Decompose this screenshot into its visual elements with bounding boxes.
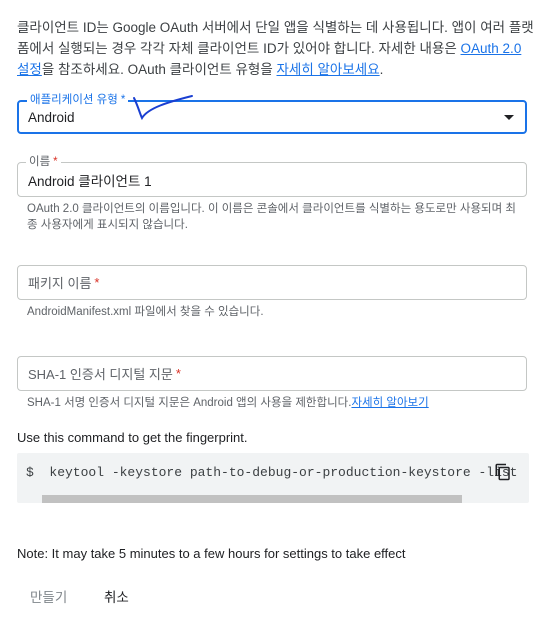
intro-text-middle: 을 참조하세요. OAuth 클라이언트 유형을	[41, 62, 277, 77]
required-mark: *	[120, 94, 126, 106]
dropdown-arrow-icon[interactable]	[504, 115, 514, 120]
handwritten-annotation	[133, 95, 193, 121]
client-name-value: Android 클라이언트 1	[28, 173, 152, 189]
horizontal-scrollbar[interactable]	[42, 495, 462, 503]
cancel-button[interactable]: 취소	[98, 584, 135, 608]
intro-text-before: 클라이언트 ID는 Google OAuth 서버에서 단일 앱을 식별하는 데…	[17, 20, 534, 56]
package-name-placeholder: 패키지 이름 *	[28, 275, 100, 291]
client-name-hint: OAuth 2.0 클라이언트의 이름입니다. 이 이름은 콘솔에서 클라이언트…	[27, 203, 516, 231]
application-type-select[interactable]: 애플리케이션 유형 * Android	[17, 93, 527, 134]
sha1-learn-more-link[interactable]: 자세히 알아보기	[351, 397, 428, 409]
intro-text: 클라이언트 ID는 Google OAuth 서버에서 단일 앱을 식별하는 데…	[17, 17, 537, 80]
command-code-block: $ keytool -keystore path-to-debug-or-pro…	[17, 453, 529, 503]
required-mark: *	[175, 366, 181, 381]
application-type-value: Android	[28, 109, 75, 125]
client-name-field[interactable]: 이름 * Android 클라이언트 1	[17, 155, 527, 197]
settings-note: Note: It may take 5 minutes to a few hou…	[17, 546, 406, 561]
create-button[interactable]: 만들기	[24, 584, 73, 608]
sha1-fingerprint-field[interactable]: SHA-1 인증서 디지털 지문 *	[17, 356, 527, 391]
package-name-field[interactable]: 패키지 이름 *	[17, 265, 527, 300]
command-code: $ keytool -keystore path-to-debug-or-pro…	[26, 465, 518, 480]
package-name-hint: AndroidManifest.xml 파일에서 찾을 수 있습니다.	[27, 306, 264, 318]
sha1-fingerprint-placeholder: SHA-1 인증서 디지털 지문 *	[28, 366, 181, 382]
command-label: Use this command to get the fingerprint.	[17, 430, 248, 445]
intro-text-after: .	[379, 62, 384, 77]
copy-icon[interactable]	[494, 463, 512, 481]
required-mark: *	[94, 275, 100, 290]
sha1-fingerprint-hint: SHA-1 서명 인증서 디지털 지문은 Android 앱의 사용을 제한합니…	[27, 397, 429, 409]
learn-more-link[interactable]: 자세히 알아보세요	[277, 62, 380, 77]
